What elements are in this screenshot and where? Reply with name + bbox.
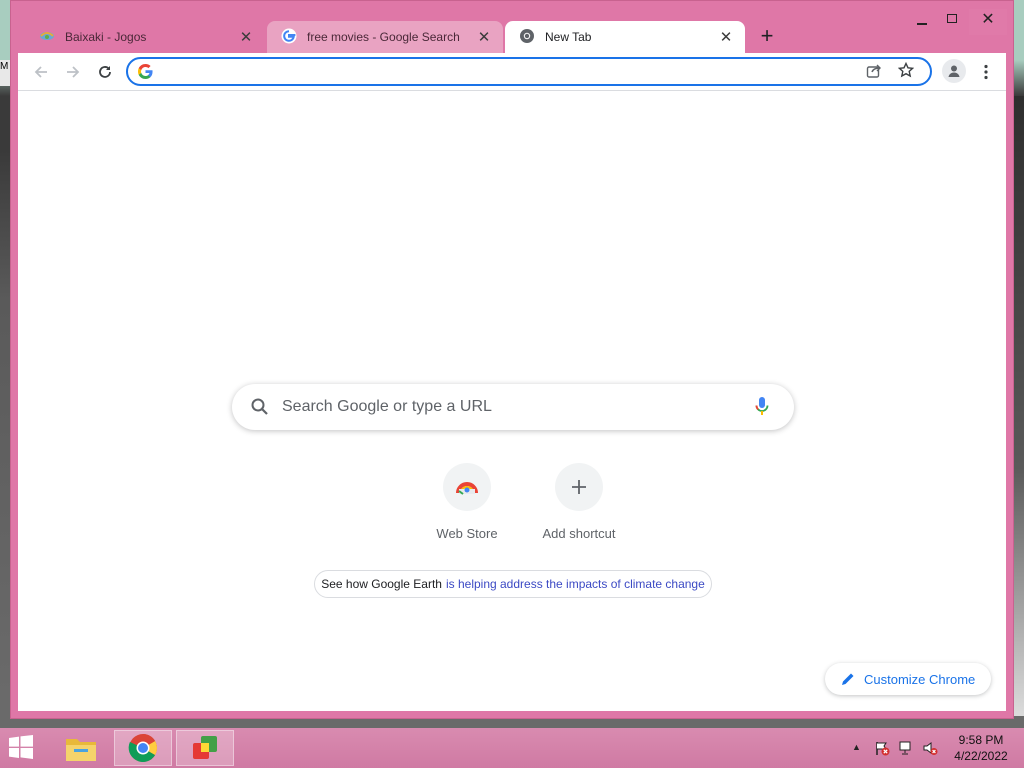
volume-muted-icon[interactable] — [922, 740, 938, 761]
climate-promo[interactable]: See how Google Earth is helping address … — [314, 570, 712, 598]
add-shortcut-button[interactable]: Add shortcut — [523, 463, 635, 541]
more-options-icon[interactable] — [976, 61, 996, 83]
tab-google-search[interactable]: free movies - Google Search ✕ — [267, 21, 503, 53]
minimize-icon — [917, 23, 927, 25]
share-icon[interactable] — [866, 63, 882, 84]
taskbar-file-explorer[interactable] — [52, 730, 110, 766]
taskbar-chrome[interactable] — [114, 730, 172, 766]
shortcut-web-store[interactable]: Web Store — [411, 463, 523, 541]
tab-title: free movies - Google Search — [307, 30, 460, 44]
browser-toolbar — [18, 53, 1006, 91]
arrow-right-icon — [67, 66, 80, 78]
promo-text: See how Google Earth — [321, 577, 442, 591]
forward-button[interactable] — [60, 59, 86, 85]
plus-icon — [555, 463, 603, 511]
maximize-button[interactable] — [937, 9, 967, 35]
close-tab-icon[interactable]: ✕ — [237, 28, 255, 46]
search-input[interactable] — [282, 396, 722, 418]
network-icon[interactable] — [898, 740, 914, 761]
show-hidden-icons-icon[interactable]: ▲ — [852, 742, 861, 752]
google-favicon — [281, 28, 297, 47]
app-squares-icon — [193, 736, 217, 759]
chrome-icon — [128, 734, 157, 762]
system-clock[interactable]: 9:58 PM 4/22/2022 — [950, 732, 1012, 764]
shortcut-label: Web Store — [436, 526, 498, 541]
shortcut-label: Add shortcut — [542, 526, 616, 541]
address-bar[interactable] — [126, 57, 932, 86]
profile-avatar-icon[interactable] — [942, 59, 966, 83]
browser-window: Baixaki - Jogos ✕ free movies - Google S… — [10, 0, 1014, 719]
folder-icon — [66, 739, 96, 761]
close-tab-icon[interactable]: ✕ — [475, 28, 493, 46]
new-tab-page: Web Store Add shortcut See how Google Ea… — [18, 91, 1006, 711]
tab-title: New Tab — [545, 30, 592, 44]
close-tab-icon[interactable]: ✕ — [717, 28, 735, 46]
address-input[interactable] — [162, 62, 852, 81]
new-tab-button[interactable]: + — [755, 25, 779, 49]
arrow-left-icon — [34, 66, 47, 78]
bookmark-star-icon[interactable] — [897, 61, 915, 83]
taskbar: ▲ 9:58 PM 4/22/2022 — [0, 728, 1024, 768]
tab-title: Baixaki - Jogos — [65, 30, 147, 44]
maximize-icon — [947, 14, 957, 23]
customize-chrome-button[interactable]: Customize Chrome — [825, 663, 991, 695]
clock-date: 4/22/2022 — [954, 749, 1008, 763]
search-icon — [250, 397, 270, 422]
windows-logo-icon — [9, 735, 33, 759]
customize-label: Customize Chrome — [864, 671, 976, 687]
minimize-button[interactable] — [907, 9, 937, 35]
clock-time: 9:58 PM — [958, 733, 1004, 747]
pencil-icon — [841, 672, 855, 686]
google-g-icon — [138, 64, 153, 84]
tab-strip: Baixaki - Jogos ✕ free movies - Google S… — [11, 1, 1013, 54]
google-search-box[interactable] — [232, 384, 794, 430]
web-store-icon — [443, 463, 491, 511]
baixaki-favicon — [39, 30, 55, 45]
start-button[interactable] — [6, 734, 40, 762]
back-button[interactable] — [28, 59, 54, 85]
chrome-favicon — [519, 28, 535, 47]
reload-button[interactable] — [92, 59, 118, 85]
close-window-button[interactable]: ✕ — [969, 9, 1007, 35]
taskbar-app[interactable] — [176, 730, 234, 766]
tab-baixaki[interactable]: Baixaki - Jogos ✕ — [25, 21, 265, 53]
reload-icon — [99, 66, 111, 78]
microphone-icon[interactable] — [754, 396, 770, 423]
promo-link[interactable]: is helping address the impacts of climat… — [446, 577, 705, 591]
action-center-flag-icon[interactable] — [874, 740, 890, 761]
tab-new-tab[interactable]: New Tab ✕ — [505, 21, 745, 53]
